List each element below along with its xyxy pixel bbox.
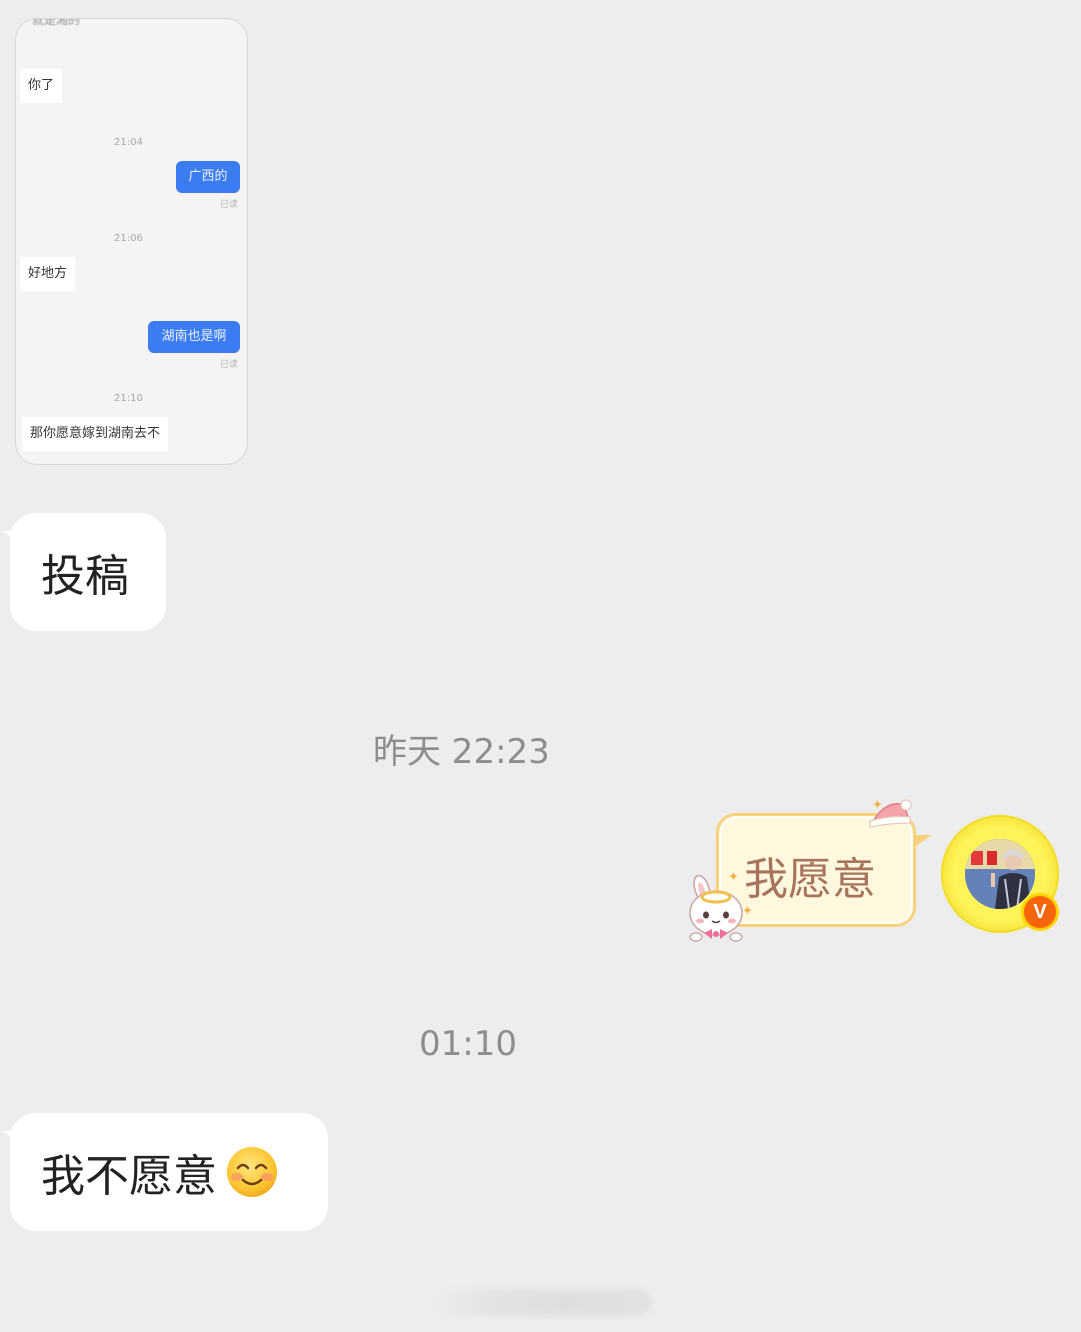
- bunny-sticker-icon: [689, 875, 743, 942]
- sparkle-icon: ✦: [872, 798, 883, 813]
- incoming-message-bubble[interactable]: 投稿: [2, 513, 166, 631]
- shared-chat-screenshot[interactable]: 就是湘的 你了 21:04 广西的 已读 21:06 好地方 湖南也是啊 已读 …: [15, 18, 248, 465]
- smiling-face-emoji-icon: [227, 1147, 277, 1197]
- screenshot-read-status: 已读: [220, 360, 239, 370]
- screenshot-message-out: 广西的: [176, 161, 240, 193]
- screenshot-cut-text: 就是湘的: [32, 18, 81, 27]
- screenshot-message-out: 湖南也是啊: [148, 321, 240, 353]
- screenshot-timestamp: 21:04: [114, 137, 143, 148]
- screenshot-read-status: 已读: [220, 200, 239, 210]
- blurred-watermark: [436, 1290, 652, 1316]
- timestamp: 昨天 22:23: [373, 732, 550, 772]
- incoming-message-bubble[interactable]: 我不愿意: [2, 1113, 328, 1231]
- avatar-photo: [965, 839, 1035, 909]
- timestamp: 01:10: [419, 1024, 517, 1064]
- message-text: 我不愿意: [41, 1151, 217, 1202]
- message-text: 投稿: [41, 551, 129, 602]
- verified-v-icon: V: [1021, 893, 1059, 931]
- screenshot-timestamp: 21:10: [114, 393, 143, 404]
- screenshot-timestamp: 21:06: [114, 233, 143, 244]
- outgoing-message-bubble[interactable]: 我愿意 ✦ ✦ ✦: [689, 799, 932, 942]
- avatar[interactable]: V: [941, 815, 1059, 933]
- screenshot-message-in: 那你愿意嫁到湖南去不: [22, 417, 169, 451]
- screenshot-message-in: 你了: [20, 69, 63, 103]
- message-text: 我愿意: [744, 854, 876, 905]
- screenshot-message-in: 好地方: [20, 257, 76, 291]
